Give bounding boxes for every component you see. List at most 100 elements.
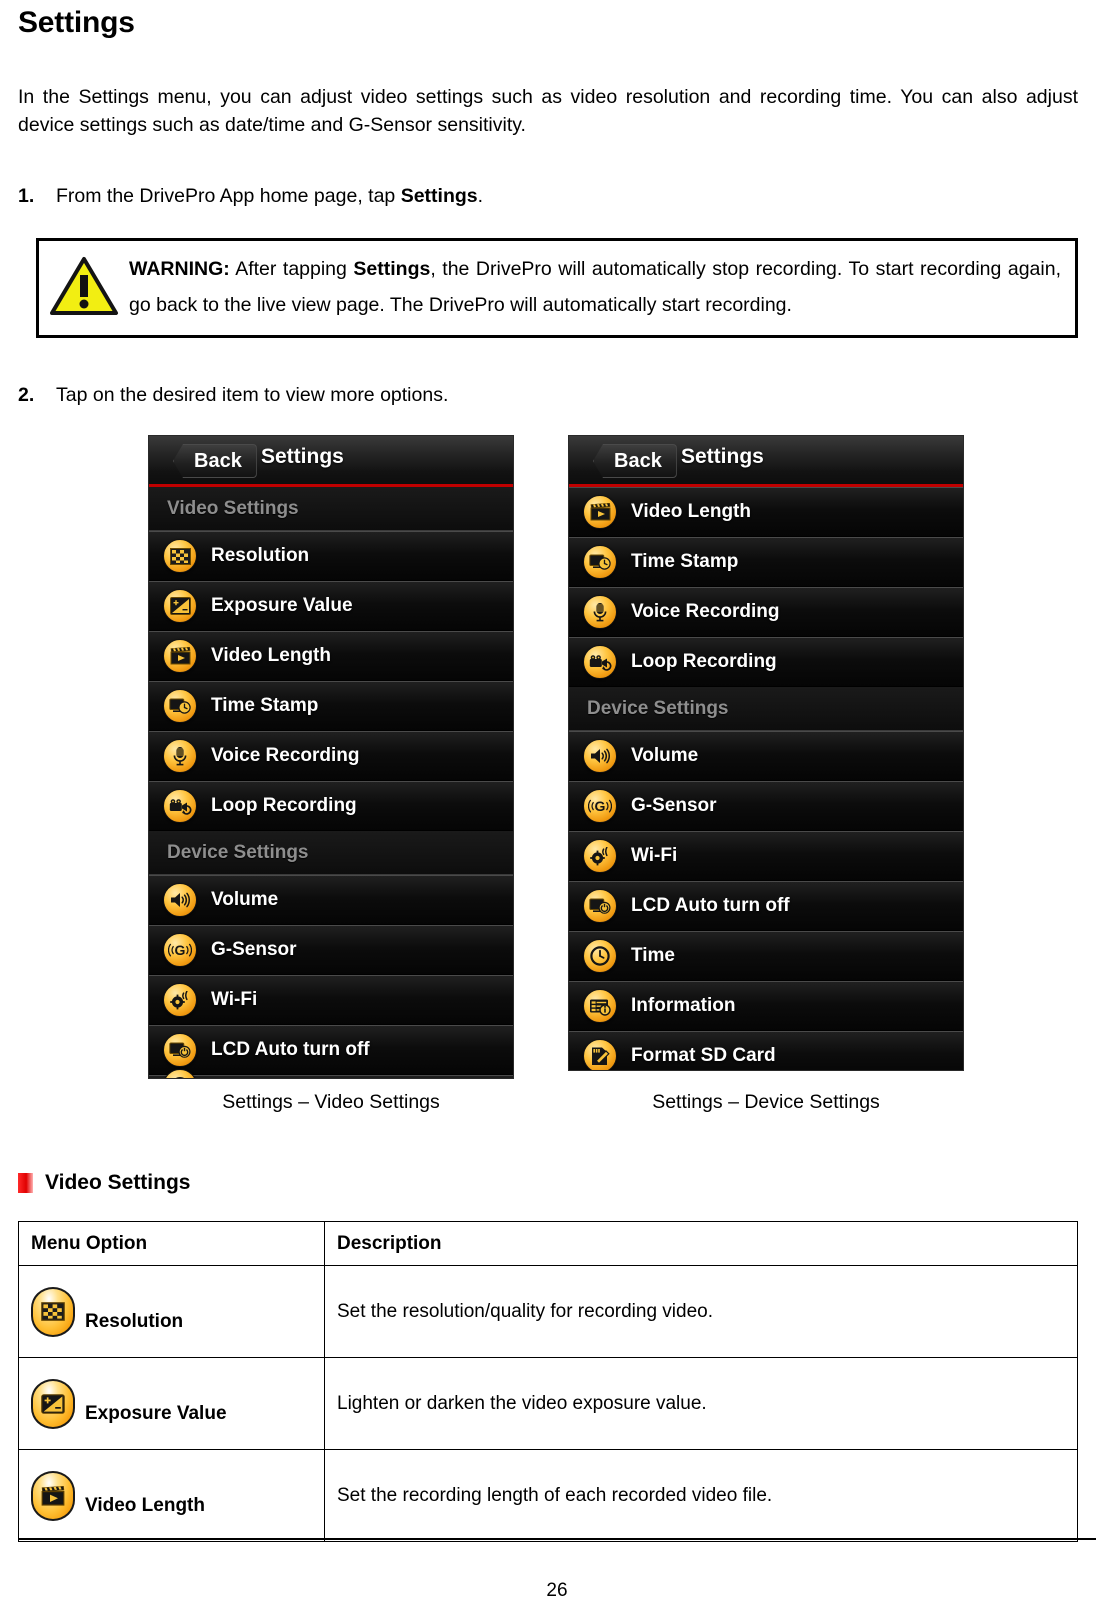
app-title-right: Settings	[681, 445, 764, 468]
menu-item-exposure-value[interactable]: Exposure Value	[149, 581, 513, 631]
video-settings-table: Menu Option Description Resolution Set t…	[18, 1221, 1078, 1542]
menu-item-label: G-Sensor	[631, 795, 717, 816]
menu-item-video-length[interactable]: Video Length	[149, 631, 513, 681]
table-cell-description: Lighten or darken the video exposure val…	[324, 1357, 1078, 1450]
menu-item-time-stamp[interactable]: Time Stamp	[149, 681, 513, 731]
menu-item-label: Voice Recording	[211, 745, 360, 766]
document-page: Settings In the Settings menu, you can a…	[0, 6, 1114, 1616]
clapperboard-play-icon	[583, 495, 617, 529]
menu-item-format-sd-card[interactable]: Format SD Card	[569, 1031, 963, 1070]
caption-video-settings: Settings – Video Settings	[222, 1091, 440, 1113]
footer-divider	[18, 1538, 1096, 1540]
exposure-plus-minus-icon	[31, 1378, 75, 1429]
menu-item-g-sensor[interactable]: G G-Sensor	[569, 781, 963, 831]
app-title-left: Settings	[261, 445, 344, 468]
menu-item-volume[interactable]: Volume	[569, 731, 963, 781]
microphone-icon	[583, 595, 617, 629]
warning-text: WARNING: After tapping Settings, the Dri…	[129, 251, 1061, 323]
group-header-device-settings-left: Device Settings	[149, 831, 513, 875]
section-heading-video-settings: Video Settings	[18, 1171, 1096, 1195]
speaker-icon	[583, 739, 617, 773]
app-topbar-right: Back Settings	[569, 436, 963, 487]
checkerboard-icon	[163, 539, 197, 573]
g-sensor-icon: G	[163, 933, 197, 967]
step-1-bold: Settings	[400, 185, 478, 207]
table-row: Video Length Set the recording length of…	[18, 1449, 1078, 1542]
step-2-number: 2.	[18, 384, 35, 406]
warning-triangle-icon	[49, 255, 123, 319]
menu-item-information[interactable]: Information	[569, 981, 963, 1031]
monitor-power-icon	[163, 1033, 197, 1067]
table-cell-option: Resolution	[18, 1265, 325, 1358]
table-option-label: Resolution	[85, 1310, 184, 1332]
menu-item-label: Voice Recording	[631, 601, 780, 622]
caption-device-settings: Settings – Device Settings	[652, 1091, 880, 1113]
group-header-device-settings-right: Device Settings	[569, 687, 963, 731]
svg-text:G: G	[595, 798, 606, 814]
menu-item-loop-recording[interactable]: Loop Recording	[149, 781, 513, 831]
table-cell-option: Exposure Value	[18, 1357, 325, 1450]
info-list-icon	[583, 989, 617, 1023]
table-header-row: Menu Option Description	[18, 1221, 1078, 1266]
table-row: Exposure Value Lighten or darken the vid…	[18, 1357, 1078, 1450]
menu-item-wifi[interactable]: Wi-Fi	[149, 975, 513, 1025]
menu-item-voice-recording[interactable]: Voice Recording	[569, 587, 963, 637]
warning-bold-settings: Settings	[353, 258, 431, 280]
menu-item-label: Exposure Value	[211, 595, 353, 616]
monitor-power-icon	[583, 889, 617, 923]
step-2-text: Tap on the desired item to view more opt…	[56, 384, 449, 406]
menu-item-partial-cut-off[interactable]	[149, 1069, 513, 1078]
menu-item-time[interactable]: Time	[569, 931, 963, 981]
checkerboard-icon	[31, 1286, 75, 1337]
step-2: 2. Tap on the desired item to view more …	[18, 382, 1096, 409]
back-button-right[interactable]: Back	[593, 444, 677, 478]
red-square-bullet-icon	[18, 1173, 33, 1193]
menu-item-voice-recording[interactable]: Voice Recording	[149, 731, 513, 781]
menu-item-label: Video Length	[211, 645, 331, 666]
menu-item-label: Loop Recording	[631, 651, 777, 672]
menu-item-label: Resolution	[211, 545, 310, 566]
menu-item-label: LCD Auto turn off	[211, 1039, 370, 1060]
menu-item-label: Wi-Fi	[211, 989, 258, 1010]
menu-item-lcd-auto-turn-off[interactable]: LCD Auto turn off	[569, 881, 963, 931]
menu-item-label: G-Sensor	[211, 939, 297, 960]
gear-wifi-icon	[583, 839, 617, 873]
menu-item-time-stamp[interactable]: Time Stamp	[569, 537, 963, 587]
back-button-left[interactable]: Back	[173, 444, 257, 478]
exposure-plus-minus-icon	[163, 589, 197, 623]
page-title: Settings	[18, 6, 135, 39]
menu-item-label: Volume	[211, 889, 279, 910]
svg-text:G: G	[175, 942, 186, 958]
table-cell-description: Set the recording length of each recorde…	[324, 1449, 1078, 1542]
menu-item-label: LCD Auto turn off	[631, 895, 790, 916]
warning-label: WARNING:	[129, 258, 230, 280]
menu-item-label: Time Stamp	[211, 695, 319, 716]
menu-item-label: Loop Recording	[211, 795, 357, 816]
menu-item-loop-recording[interactable]: Loop Recording	[569, 637, 963, 687]
table-cell-option: Video Length	[18, 1449, 325, 1542]
table-cell-description: Set the resolution/quality for recording…	[324, 1265, 1078, 1358]
menu-item-wifi[interactable]: Wi-Fi	[569, 831, 963, 881]
screenshot-captions: Settings – Video Settings Settings – Dev…	[18, 1091, 1096, 1131]
menu-item-volume[interactable]: Volume	[149, 875, 513, 925]
table-header-description: Description	[324, 1221, 1078, 1266]
menu-item-video-length[interactable]: Video Length	[569, 487, 963, 537]
group-header-video-settings: Video Settings	[149, 487, 513, 531]
menu-item-label: Wi-Fi	[631, 845, 678, 866]
menu-item-resolution[interactable]: Resolution	[149, 531, 513, 581]
menu-item-lcd-auto-turn-off[interactable]: LCD Auto turn off	[149, 1025, 513, 1075]
g-sensor-icon: G	[583, 789, 617, 823]
step-1: 1. From the DrivePro App home page, tap …	[18, 183, 1096, 210]
clapperboard-play-icon	[163, 639, 197, 673]
screenshot-video-settings: Back Settings Video Settings Resolution …	[148, 435, 514, 1079]
menu-item-g-sensor[interactable]: G G-Sensor	[149, 925, 513, 975]
table-option-label: Video Length	[85, 1494, 205, 1516]
gear-wifi-icon	[163, 983, 197, 1017]
camcorder-loop-icon	[583, 645, 617, 679]
screenshot-device-settings: Back Settings Video Length Time Stamp Vo…	[568, 435, 964, 1071]
step-1-text-after: .	[477, 185, 484, 207]
menu-item-label: Time Stamp	[631, 551, 739, 572]
table-header-menu-option: Menu Option	[18, 1221, 325, 1266]
monitor-clock-icon	[163, 689, 197, 723]
monitor-clock-icon	[583, 545, 617, 579]
